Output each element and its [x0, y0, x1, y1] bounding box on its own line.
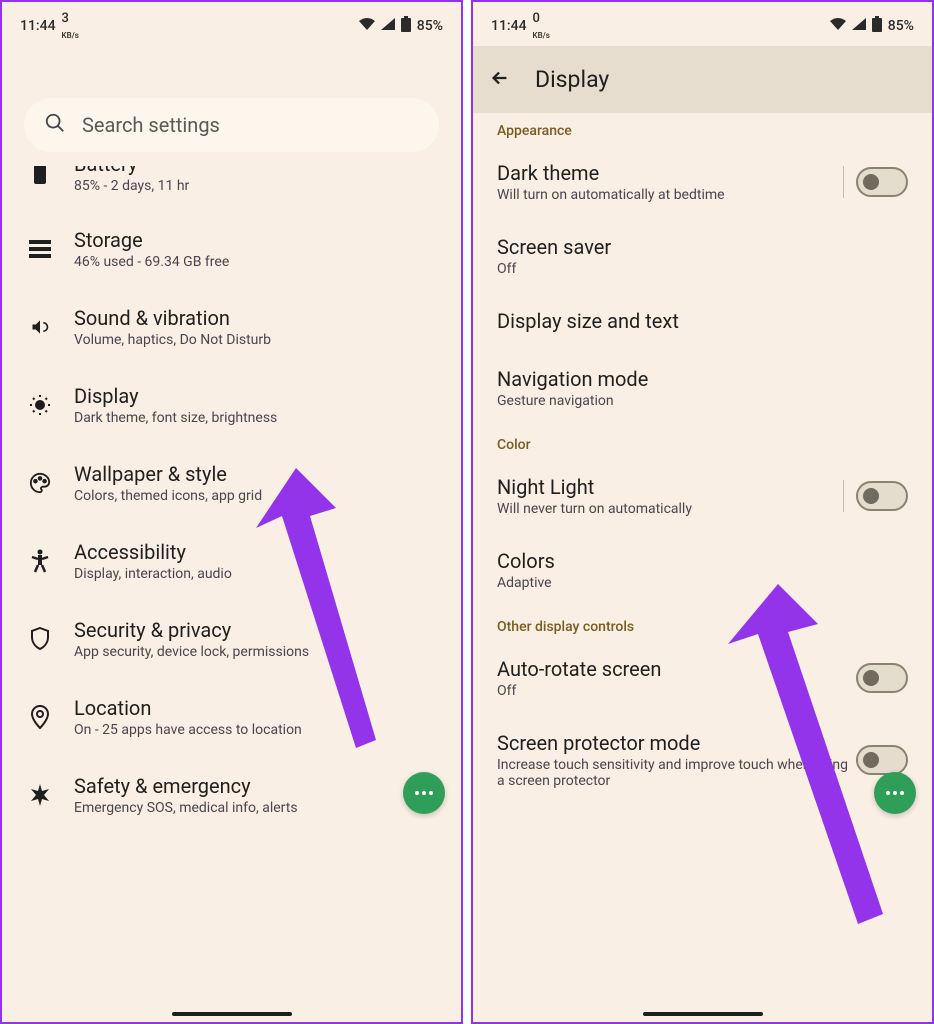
setting-display[interactable]: Display Dark theme, font size, brightnes… — [12, 366, 451, 444]
storage-icon — [26, 235, 54, 263]
section-other: Other display controls — [473, 609, 932, 643]
item-screen-protector[interactable]: Screen protector mode Increase touch sen… — [473, 717, 932, 807]
signal-icon — [852, 18, 866, 34]
settings-main-screen: 11:44 3KB/s 85% Search settings Battery … — [0, 0, 463, 1024]
palette-icon — [26, 469, 54, 497]
signal-icon — [381, 18, 395, 34]
location-icon — [26, 703, 54, 731]
setting-wallpaper[interactable]: Wallpaper & style Colors, themed icons, … — [12, 444, 451, 522]
battery-icon — [872, 16, 882, 36]
item-night-light[interactable]: Night Light Will never turn on automatic… — [473, 461, 932, 535]
status-bar: 11:44 0KB/s 85% — [473, 2, 932, 46]
item-display-size[interactable]: Display size and text — [473, 295, 932, 353]
emergency-icon — [26, 781, 54, 809]
setting-storage[interactable]: Storage 46% used - 69.34 GB free — [12, 210, 451, 288]
battery-percent: 85% — [417, 18, 443, 34]
display-icon — [26, 391, 54, 419]
search-icon — [44, 112, 66, 138]
search-placeholder: Search settings — [82, 113, 220, 137]
status-time: 11:44 — [20, 18, 56, 34]
toggle-night-light[interactable] — [856, 481, 908, 511]
setting-location[interactable]: Location On - 25 apps have access to loc… — [12, 678, 451, 756]
accessibility-icon — [26, 547, 54, 575]
page-title: Display — [535, 66, 609, 93]
fab-more[interactable] — [403, 772, 445, 814]
display-header: Display — [473, 46, 932, 113]
item-auto-rotate[interactable]: Auto-rotate screen Off — [473, 643, 932, 717]
item-colors[interactable]: Colors Adaptive — [473, 535, 932, 609]
search-settings[interactable]: Search settings — [24, 98, 439, 152]
setting-safety[interactable]: Safety & emergency Emergency SOS, medica… — [12, 756, 451, 834]
nav-pill[interactable] — [172, 1012, 292, 1016]
wifi-icon — [830, 18, 846, 34]
shield-icon — [26, 625, 54, 653]
toggle-auto-rotate[interactable] — [856, 663, 908, 693]
battery-icon — [401, 16, 411, 36]
back-button[interactable] — [489, 67, 511, 93]
battery-percent: 85% — [888, 18, 914, 34]
setting-security[interactable]: Security & privacy App security, device … — [12, 600, 451, 678]
setting-accessibility[interactable]: Accessibility Display, interaction, audi… — [12, 522, 451, 600]
setting-battery[interactable]: Battery 85% - 2 days, 11 hr — [12, 166, 451, 210]
nav-pill[interactable] — [643, 1012, 763, 1016]
fab-more[interactable] — [874, 772, 916, 814]
section-color: Color — [473, 427, 932, 461]
section-appearance: Appearance — [473, 113, 932, 147]
status-time: 11:44 — [491, 18, 527, 34]
toggle-screen-protector[interactable] — [856, 745, 908, 775]
settings-list: Battery 85% - 2 days, 11 hr Storage 46% … — [2, 166, 461, 834]
display-settings-screen: 11:44 0KB/s 85% Display Appearance Dark … — [471, 0, 934, 1024]
setting-sound[interactable]: Sound & vibration Volume, haptics, Do No… — [12, 288, 451, 366]
item-screen-saver[interactable]: Screen saver Off — [473, 221, 932, 295]
toggle-dark-theme[interactable] — [856, 167, 908, 197]
item-nav-mode[interactable]: Navigation mode Gesture navigation — [473, 353, 932, 427]
wifi-icon — [359, 18, 375, 34]
status-bar: 11:44 3KB/s 85% — [2, 2, 461, 46]
sound-icon — [26, 313, 54, 341]
item-dark-theme[interactable]: Dark theme Will turn on automatically at… — [473, 147, 932, 221]
battery-icon — [26, 166, 54, 187]
